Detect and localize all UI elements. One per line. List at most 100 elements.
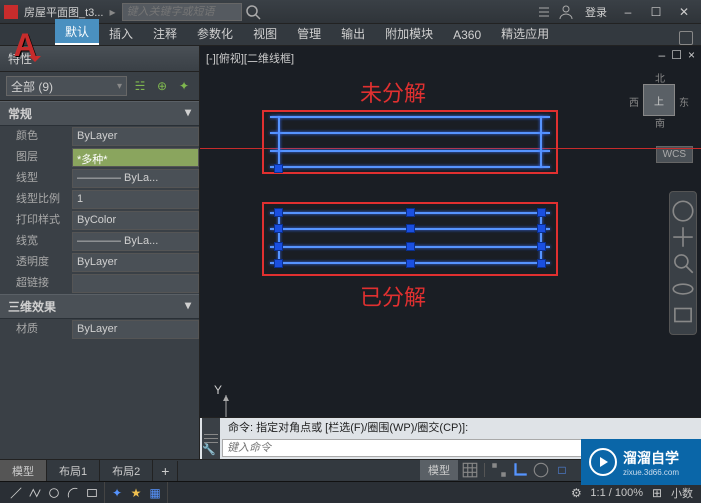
nav-zoom-icon[interactable] bbox=[670, 250, 696, 276]
ortho-icon[interactable] bbox=[511, 461, 529, 479]
viewport-maximize-icon[interactable]: ☐ bbox=[671, 48, 682, 62]
minimize-button[interactable]: – bbox=[615, 3, 641, 21]
tab-insert[interactable]: 插入 bbox=[99, 21, 143, 45]
tab-layout2[interactable]: 布局2 bbox=[100, 460, 153, 482]
grip[interactable] bbox=[406, 224, 415, 233]
maximize-button[interactable]: ☐ bbox=[643, 3, 669, 21]
status-model-button[interactable]: 模型 bbox=[420, 460, 458, 480]
cmd-options-icon[interactable]: 🔧 bbox=[202, 443, 216, 456]
prop-plotstyle-value[interactable]: ByColor bbox=[72, 211, 199, 230]
units-icon[interactable]: ⊞ bbox=[649, 485, 665, 501]
tab-output[interactable]: 输出 bbox=[331, 21, 375, 45]
circle-tool-icon[interactable] bbox=[46, 485, 62, 501]
viewcube-south[interactable]: 南 bbox=[655, 115, 665, 130]
exchange-icon[interactable] bbox=[536, 4, 552, 20]
tab-addins[interactable]: 附加模块 bbox=[375, 21, 443, 45]
rail-not-exploded[interactable] bbox=[270, 116, 550, 168]
grip[interactable] bbox=[537, 259, 546, 268]
polyline-tool-icon[interactable] bbox=[27, 485, 43, 501]
user-icon[interactable] bbox=[558, 4, 574, 20]
grip[interactable] bbox=[537, 208, 546, 217]
viewport-label[interactable]: [-][俯视][二维线框] bbox=[206, 50, 294, 66]
toggle-pickadd-icon[interactable]: ✦ bbox=[175, 77, 193, 95]
prop-transparency-value[interactable]: ByLayer bbox=[72, 253, 199, 272]
units-label[interactable]: 小数 bbox=[667, 485, 697, 501]
prop-color-value[interactable]: ByLayer bbox=[72, 127, 199, 146]
status-toggles: 模型 □ bbox=[420, 459, 571, 481]
grip[interactable] bbox=[406, 208, 415, 217]
grid-icon[interactable] bbox=[461, 461, 479, 479]
annotation-scale[interactable]: 1:1 / 100% bbox=[586, 487, 647, 499]
osnap-icon[interactable]: □ bbox=[553, 461, 571, 479]
app-logo[interactable]: A bbox=[0, 24, 50, 66]
login-link[interactable]: 登录 bbox=[585, 4, 607, 20]
grip[interactable] bbox=[537, 224, 546, 233]
grip[interactable] bbox=[537, 242, 546, 251]
polar-icon[interactable] bbox=[532, 461, 550, 479]
quick-select-icon[interactable]: ☵ bbox=[131, 77, 149, 95]
viewport-close-icon[interactable]: × bbox=[688, 48, 695, 62]
viewcube[interactable]: 北 南 东 西 上 bbox=[629, 70, 689, 130]
tab-featured[interactable]: 精选应用 bbox=[491, 21, 559, 45]
prop-row-material: 材质ByLayer bbox=[0, 319, 199, 340]
search-input[interactable] bbox=[122, 3, 242, 21]
tab-parametric[interactable]: 参数化 bbox=[187, 21, 243, 45]
ribbon-expand-icon[interactable] bbox=[679, 31, 693, 45]
viewcube-face[interactable]: 上 bbox=[643, 84, 675, 116]
select-objects-icon[interactable]: ⊕ bbox=[153, 77, 171, 95]
grip[interactable] bbox=[274, 259, 283, 268]
grip[interactable] bbox=[274, 208, 283, 217]
document-title: 房屋平面图_t3... bbox=[24, 4, 103, 20]
search-icon[interactable] bbox=[245, 4, 261, 20]
prop-ltscale-value[interactable]: 1 bbox=[72, 190, 199, 209]
grip[interactable] bbox=[274, 164, 283, 173]
viewcube-east[interactable]: 东 bbox=[679, 94, 689, 109]
add-layout-button[interactable]: + bbox=[153, 461, 178, 481]
grip[interactable] bbox=[274, 224, 283, 233]
navigation-bar bbox=[669, 191, 697, 335]
tab-layout1[interactable]: 布局1 bbox=[47, 460, 100, 482]
rail-exploded[interactable] bbox=[270, 212, 550, 264]
annotation-not-exploded: 未分解 bbox=[360, 76, 426, 108]
ribbon-tabs: 默认 插入 注释 参数化 视图 管理 输出 附加模块 A360 精选应用 bbox=[0, 24, 701, 46]
selection-filter-combo[interactable]: 全部 (9) bbox=[6, 76, 127, 96]
hatch-icon[interactable]: ▦ bbox=[147, 485, 163, 501]
prop-layer-value[interactable]: *多种* bbox=[72, 148, 199, 167]
close-button[interactable]: ✕ bbox=[671, 3, 697, 21]
section-general[interactable]: 常规▾ bbox=[0, 101, 199, 126]
properties-panel: 特性 全部 (9) ☵ ⊕ ✦ 常规▾ 颜色ByLayer 图层*多种* 线型—… bbox=[0, 46, 200, 459]
grip[interactable] bbox=[274, 242, 283, 251]
nav-orbit-icon[interactable] bbox=[670, 276, 696, 302]
tab-model[interactable]: 模型 bbox=[0, 460, 47, 482]
nav-wheel-icon[interactable] bbox=[670, 198, 696, 224]
grip[interactable] bbox=[406, 242, 415, 251]
grip[interactable] bbox=[406, 259, 415, 268]
tab-default[interactable]: 默认 bbox=[55, 19, 99, 45]
tab-annotate[interactable]: 注释 bbox=[143, 21, 187, 45]
tab-manage[interactable]: 管理 bbox=[287, 21, 331, 45]
nav-showmotion-icon[interactable] bbox=[670, 302, 696, 328]
tab-a360[interactable]: A360 bbox=[443, 24, 491, 45]
main-area: 特性 全部 (9) ☵ ⊕ ✦ 常规▾ 颜色ByLayer 图层*多种* 线型—… bbox=[0, 46, 701, 459]
rect-tool-icon[interactable] bbox=[84, 485, 100, 501]
viewcube-west[interactable]: 西 bbox=[629, 94, 639, 109]
nav-pan-icon[interactable] bbox=[670, 224, 696, 250]
prop-hyperlink-value[interactable] bbox=[72, 274, 199, 293]
workspace-icon[interactable]: ⚙ bbox=[568, 485, 584, 501]
prop-linetype-value[interactable]: ———— ByLa... bbox=[72, 169, 199, 188]
prop-row-layer: 图层*多种* bbox=[0, 147, 199, 168]
viewcube-north[interactable]: 北 bbox=[655, 70, 665, 85]
viewport-minimize-icon[interactable]: – bbox=[659, 48, 666, 62]
watermark-brand: 溜溜自学 bbox=[623, 448, 679, 468]
prop-lineweight-value[interactable]: ———— ByLa... bbox=[72, 232, 199, 251]
tab-view[interactable]: 视图 bbox=[243, 21, 287, 45]
snap-icon[interactable] bbox=[490, 461, 508, 479]
drawing-viewport[interactable]: [-][俯视][二维线框] – ☐ × 北 南 东 西 上 WCS 未分解 已分… bbox=[200, 46, 701, 459]
coord-icon[interactable]: ✦ bbox=[109, 485, 125, 501]
line-tool-icon[interactable] bbox=[8, 485, 24, 501]
section-3d[interactable]: 三维效果▾ bbox=[0, 294, 199, 319]
text-tool-icon[interactable]: ★ bbox=[128, 485, 144, 501]
app-menu-icon[interactable] bbox=[4, 5, 18, 19]
arc-tool-icon[interactable] bbox=[65, 485, 81, 501]
prop-material-value[interactable]: ByLayer bbox=[72, 320, 199, 339]
